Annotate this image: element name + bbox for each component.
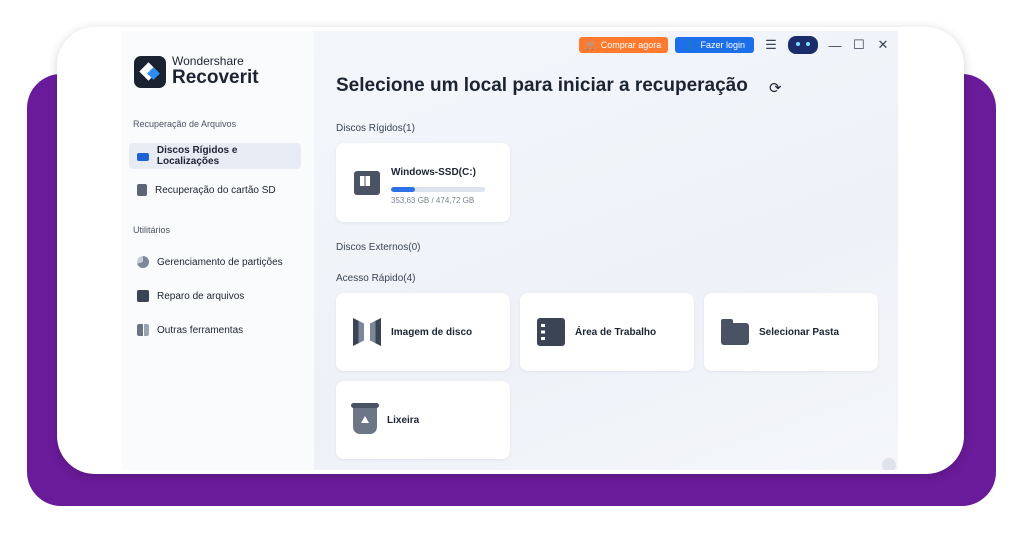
help-icon[interactable] <box>882 458 896 470</box>
folder-icon <box>721 319 749 345</box>
recoverit-window: Wondershare Recoverit Recuperação de Arq… <box>122 31 898 470</box>
cart-icon: 🛒 <box>585 39 597 50</box>
drive-card-windows-ssd[interactable]: Windows-SSD(C:) 353,63 GB / 474,72 GB <box>336 143 510 222</box>
quick-access-select-folder[interactable]: Selecionar Pasta <box>704 293 878 371</box>
minimize-icon[interactable]: — <box>828 38 842 53</box>
sidebar-item-label: Outras ferramentas <box>157 324 244 336</box>
drive-size: 353,63 GB / 474,72 GB <box>391 196 475 205</box>
app-logo: Wondershare Recoverit <box>134 55 259 88</box>
pie-chart-icon <box>137 256 149 268</box>
brand-product: Recoverit <box>172 67 259 88</box>
drive-name: Windows-SSD(C:) <box>391 167 476 178</box>
desktop-icon <box>537 318 565 346</box>
disk-image-icon <box>353 318 381 346</box>
sidebar-item-label: Gerenciamento de partições <box>157 256 283 268</box>
drive-usage-fill <box>391 187 415 192</box>
refresh-icon[interactable]: ⟳ <box>769 79 782 97</box>
quick-access-label-text: Área de Trabalho <box>575 326 657 338</box>
hard-drive-icon <box>137 153 149 161</box>
sidebar-item-label: Discos Rígidos e Localizações <box>156 145 238 167</box>
recoverit-logo-icon <box>134 55 166 88</box>
quick-access-label-text: Imagem de disco <box>391 326 473 338</box>
quick-access-disk-image[interactable]: Imagem de disco <box>336 293 510 371</box>
quick-access-recycle-bin[interactable]: Lixeira <box>336 381 510 459</box>
sidebar-item-file-repair[interactable]: Reparo de arquivos <box>129 283 301 309</box>
external-disks-label: Discos Externos(0) <box>336 242 421 253</box>
page-title: Selecione um local para iniciar a recupe… <box>336 75 748 96</box>
title-bar: 🛒 Comprar agora 👤 Fazer login ☰ — ☐ ✕ <box>578 35 891 55</box>
sidebar: Wondershare Recoverit Recuperação de Arq… <box>122 31 314 470</box>
section-title-utilities: Utilitários <box>133 225 171 235</box>
sidebar-item-partitions[interactable]: Gerenciamento de partições <box>129 249 301 275</box>
sidebar-item-label: Recuperação do cartão SD <box>155 184 276 196</box>
sidebar-item-sd-card[interactable]: Recuperação do cartão SD <box>129 177 301 203</box>
buy-now-button[interactable]: 🛒 Comprar agora <box>578 37 669 53</box>
drive-usage-bar <box>391 187 485 192</box>
tools-icon <box>137 324 149 336</box>
quick-access-desktop[interactable]: Área de Trabalho <box>520 293 694 371</box>
maximize-icon[interactable]: ☐ <box>852 37 866 53</box>
sd-card-icon <box>137 184 147 196</box>
hard-disks-label: Discos Rígidos(1) <box>336 123 415 134</box>
windows-drive-icon <box>354 171 380 195</box>
section-title-recovery: Recuperação de Arquivos <box>133 119 237 129</box>
trash-icon <box>351 403 379 434</box>
quick-access-label-text: Lixeira <box>387 414 420 426</box>
sidebar-item-label: Reparo de arquivos <box>157 290 245 302</box>
user-icon: 👤 <box>684 39 696 50</box>
sidebar-item-other-tools[interactable]: Outras ferramentas <box>129 317 301 343</box>
menu-icon[interactable]: ☰ <box>764 37 778 53</box>
file-repair-icon <box>137 290 149 302</box>
sidebar-item-hard-drives[interactable]: Discos Rígidos e Localizações <box>129 143 301 169</box>
assistant-robot-icon[interactable] <box>788 36 818 54</box>
quick-access-label: Acesso Rápido(4) <box>336 273 416 284</box>
login-button[interactable]: 👤 Fazer login <box>675 37 754 53</box>
close-icon[interactable]: ✕ <box>876 37 890 53</box>
main-panel: 🛒 Comprar agora 👤 Fazer login ☰ — ☐ ✕ Se… <box>314 31 898 470</box>
quick-access-label-text: Selecionar Pasta <box>759 326 840 338</box>
